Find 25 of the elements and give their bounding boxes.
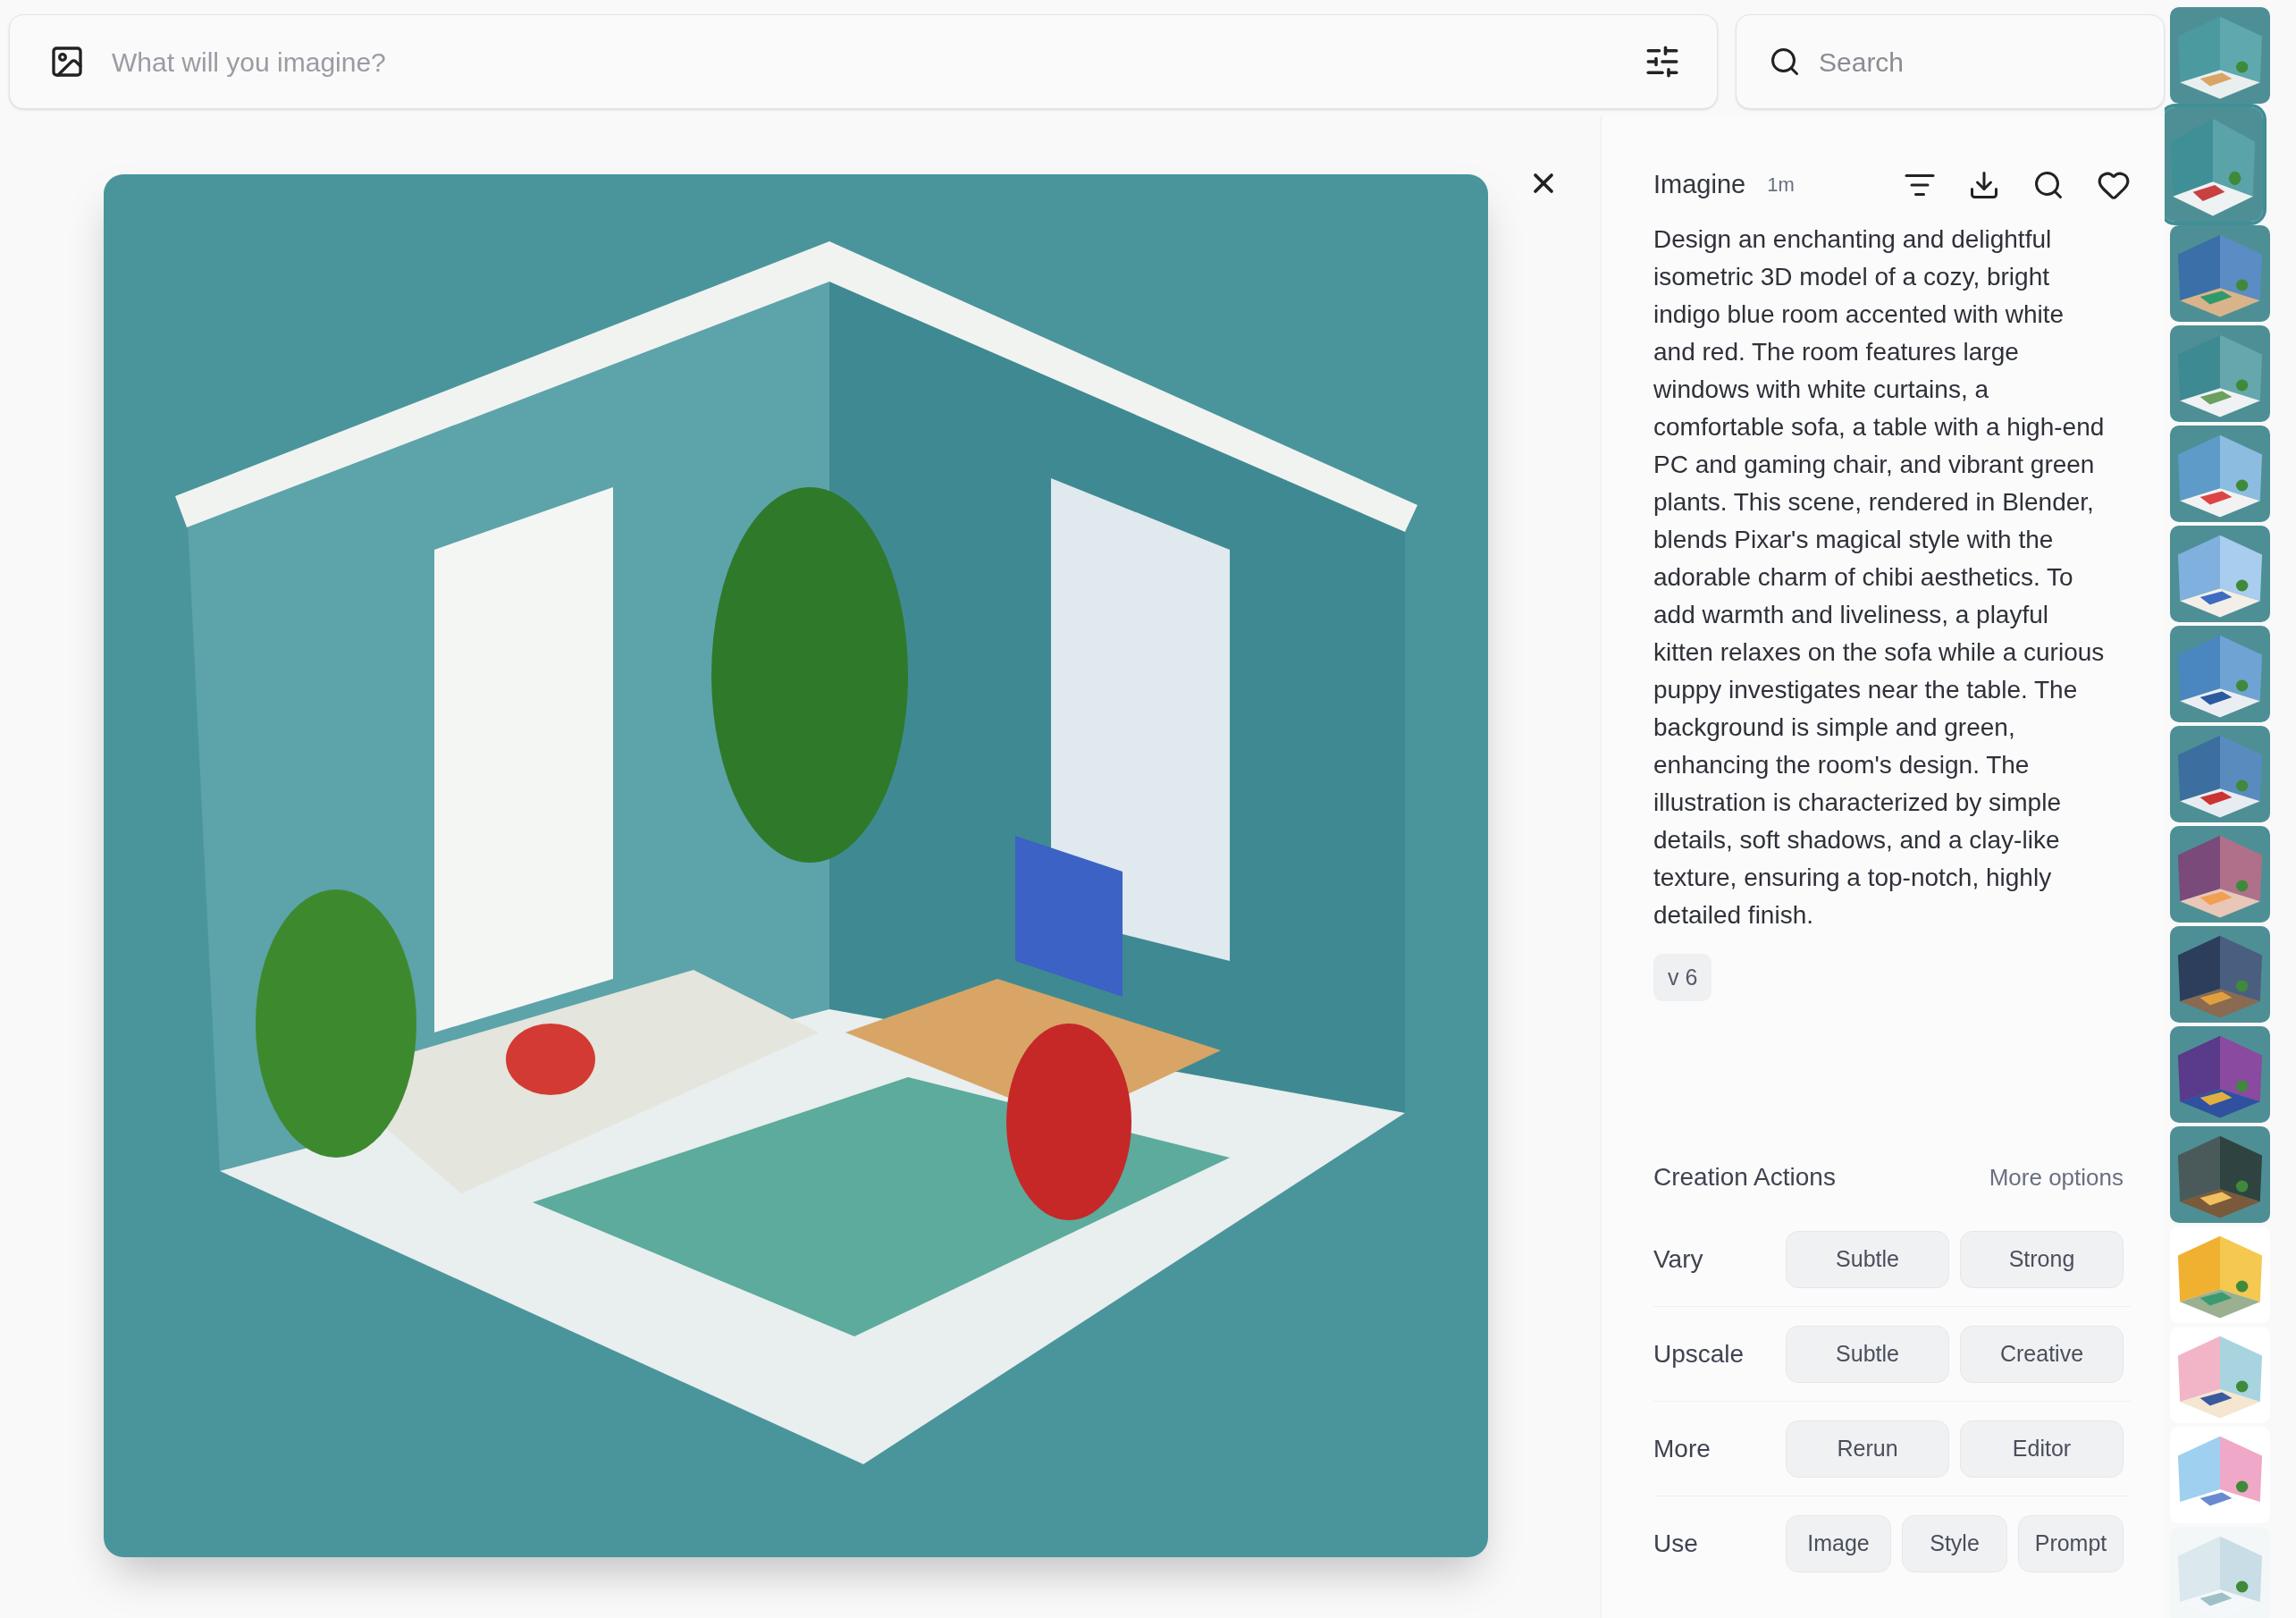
prompt-input[interactable]: What will you imagine?: [112, 41, 1617, 82]
prompt-field[interactable]: What will you imagine?: [9, 14, 1718, 109]
action-button[interactable]: Creative: [1960, 1325, 2124, 1383]
action-button[interactable]: Prompt: [2018, 1515, 2124, 1572]
action-label: Vary: [1653, 1243, 1704, 1275]
action-button[interactable]: Subtle: [1786, 1325, 1949, 1383]
action-button[interactable]: Subtle: [1786, 1230, 1949, 1288]
more-options-link[interactable]: More options: [1989, 1159, 2124, 1195]
action-button[interactable]: Strong: [1960, 1230, 2124, 1288]
action-button[interactable]: Style: [1902, 1515, 2007, 1572]
panel-title: Imagine: [1653, 169, 1746, 200]
action-button[interactable]: Editor: [1960, 1420, 2124, 1478]
prompt-text: Design an enchanting and delightful isometric 3D model of a cozy, bright indigo blue room accented with white and red. The room features large windows with white curtains, a comfortable sofa, a table with a high-end PC and gaming chair, and vibrant green plants. This scene, rendered in Blender, blends Pixar's magical style with the adorable charm of chibi aesthetics. To add warmth and liveliness, a playful kitten relaxes on the sofa while a curious puppy investigates near the table. The background is simple and green, enhancing the room's design. The illustration is characterized by simple details, soft shadows, and a clay-like texture, ensuring a top-notch, highly detailed finish.: [1653, 223, 2105, 931]
version-tag: v 6: [1653, 953, 1712, 1001]
action-button[interactable]: Image: [1786, 1515, 1891, 1572]
image-icon[interactable]: [49, 44, 85, 80]
action-label: More: [1653, 1433, 1711, 1464]
search-input[interactable]: Search: [1819, 41, 2164, 82]
action-button[interactable]: Rerun: [1786, 1420, 1949, 1478]
action-label: Use: [1653, 1529, 1699, 1559]
search-field[interactable]: Search: [1736, 14, 2165, 109]
time-label: 1m: [1767, 173, 1795, 198]
action-label: Upscale: [1653, 1338, 1745, 1369]
search-icon: [1769, 46, 1801, 78]
section-title: Creation Actions: [1653, 1162, 1836, 1192]
